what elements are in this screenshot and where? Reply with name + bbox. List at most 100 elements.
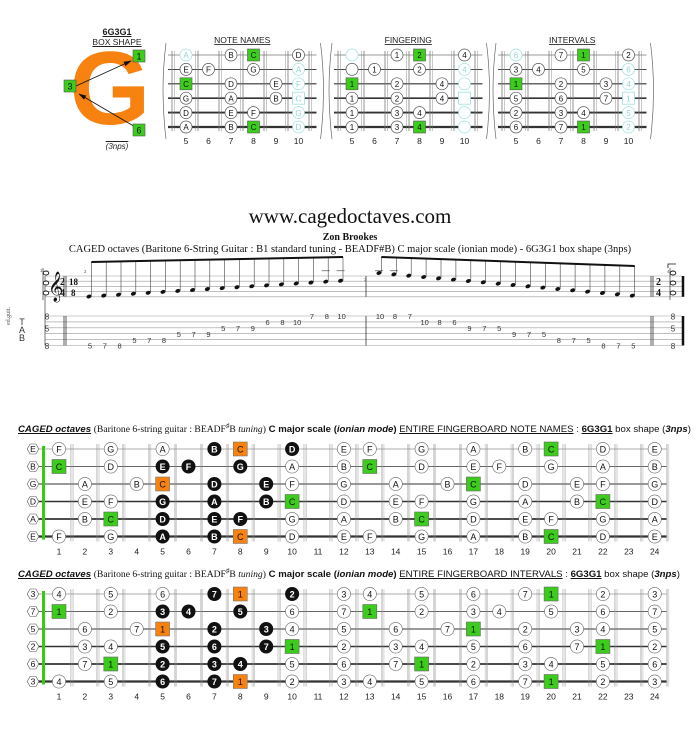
note-label: 1: [367, 607, 372, 617]
fret-number: 20: [546, 547, 556, 557]
fret-number: 13: [365, 692, 375, 702]
note-label: D: [600, 532, 607, 542]
note-label: F: [289, 479, 295, 489]
note-label: 4: [419, 642, 424, 652]
fingerboard-note: B: [207, 442, 222, 456]
fingerboard-note: 1: [362, 604, 378, 619]
note-label: 4: [290, 624, 295, 634]
note-label: G: [107, 444, 114, 454]
fingerboard-note: 5: [544, 604, 558, 619]
fingerboard-note: C: [155, 476, 170, 492]
note-label: A: [600, 462, 606, 472]
note-label: G: [470, 497, 477, 507]
note-label: 6: [160, 589, 165, 599]
note-label: 2: [471, 659, 476, 669]
fingerboard-note: 5: [103, 587, 118, 601]
open-string-label: 5: [31, 624, 36, 634]
fingerboard-note: B: [78, 512, 92, 526]
fingerboard-note: 3: [78, 639, 92, 654]
fingerboard-note: A: [78, 477, 92, 491]
fret-number: 11: [314, 547, 323, 557]
note-label: C: [159, 479, 166, 489]
fret-number: 22: [598, 692, 608, 702]
fingerboard-note: 1: [466, 621, 481, 637]
note-label: 6: [600, 607, 605, 617]
note-label: 5: [419, 589, 424, 599]
fret-number: 8: [238, 692, 243, 702]
fret-number: 10: [287, 547, 297, 557]
note-label: A: [470, 532, 476, 542]
fingerboard-note: 2: [285, 587, 300, 601]
fret-number: 23: [624, 547, 634, 557]
fingerboard-note: D: [336, 494, 351, 509]
fret-number: 21: [572, 692, 582, 702]
note-label: D: [289, 444, 296, 454]
fingerboard-note: 5: [336, 622, 351, 636]
note-label: 5: [341, 624, 346, 634]
fingerboard-note: C: [233, 441, 248, 457]
fingerboard-note: 5: [647, 622, 662, 636]
fret-number: 10: [287, 692, 297, 702]
note-label: G: [340, 479, 347, 489]
note-label: B: [393, 514, 399, 524]
fingerboard-note: 1: [284, 639, 300, 654]
fingerboard-note: A: [155, 442, 170, 456]
note-label: B: [211, 444, 218, 454]
fingerboard-note: F: [414, 494, 429, 509]
fret-number: 12: [339, 692, 349, 702]
fret-number: 19: [520, 692, 530, 702]
fret-number: 14: [391, 692, 401, 702]
fingerboard-note: D: [285, 529, 299, 544]
fingerboard-note: G: [103, 442, 118, 456]
fingerboard-note: B: [259, 494, 274, 509]
note-label: C: [56, 462, 63, 472]
nut: [42, 446, 45, 540]
note-label: G: [289, 514, 296, 524]
fingerboard-note: D: [207, 477, 222, 491]
note-label: A: [211, 497, 218, 507]
fingerboard-note: 7: [336, 604, 351, 619]
fingerboard-note: 6: [78, 622, 92, 636]
fingerboard-note: 6: [388, 622, 403, 636]
note-label: B: [522, 532, 528, 542]
fingerboard-note: F: [362, 442, 377, 456]
note-label: E: [393, 497, 399, 507]
fret-number: 3: [108, 547, 113, 557]
fingerboard-note: 5: [155, 639, 170, 654]
open-string-label: G: [30, 479, 37, 489]
fingerboard-note: G: [596, 512, 610, 526]
note-label: A: [522, 497, 528, 507]
fingerboard-note: 3: [259, 622, 274, 636]
fingerboard-note: F: [103, 494, 118, 509]
fingerboard-note: 4: [103, 639, 118, 654]
open-string-label: E: [30, 444, 36, 454]
note-label: 5: [652, 624, 657, 634]
fingerboard-note: 2: [596, 674, 610, 689]
note-label: E: [574, 479, 580, 489]
fingerboard-note: 4: [362, 587, 377, 601]
note-label: 7: [393, 659, 398, 669]
fingerboard-note: 7: [647, 604, 662, 619]
note-label: C: [548, 444, 555, 454]
fingerboard-note: 3: [466, 604, 481, 619]
fingerboard-note: 3: [336, 674, 351, 689]
fingerboard-note: C: [414, 511, 429, 527]
fingerboard-note: 6: [285, 604, 299, 619]
note-label: G: [159, 497, 166, 507]
note-label: A: [82, 479, 88, 489]
fingerboard-note: 2: [596, 587, 610, 601]
fret-number: 3: [108, 692, 113, 702]
note-label: F: [497, 462, 503, 472]
note-label: F: [108, 497, 114, 507]
note-label: 2: [523, 624, 528, 634]
fret-number: 1: [57, 692, 62, 702]
fingerboard-note: A: [647, 512, 662, 526]
fingerboard-note: A: [285, 459, 299, 474]
note-label: 4: [497, 607, 502, 617]
fret-number: 16: [443, 547, 453, 557]
fingerboard-note: 2: [466, 657, 481, 671]
fingerboard-note: G: [285, 512, 299, 526]
note-label: B: [134, 479, 140, 489]
fingerboard-note: 7: [518, 587, 533, 601]
fingerboard-note: E: [647, 529, 662, 544]
